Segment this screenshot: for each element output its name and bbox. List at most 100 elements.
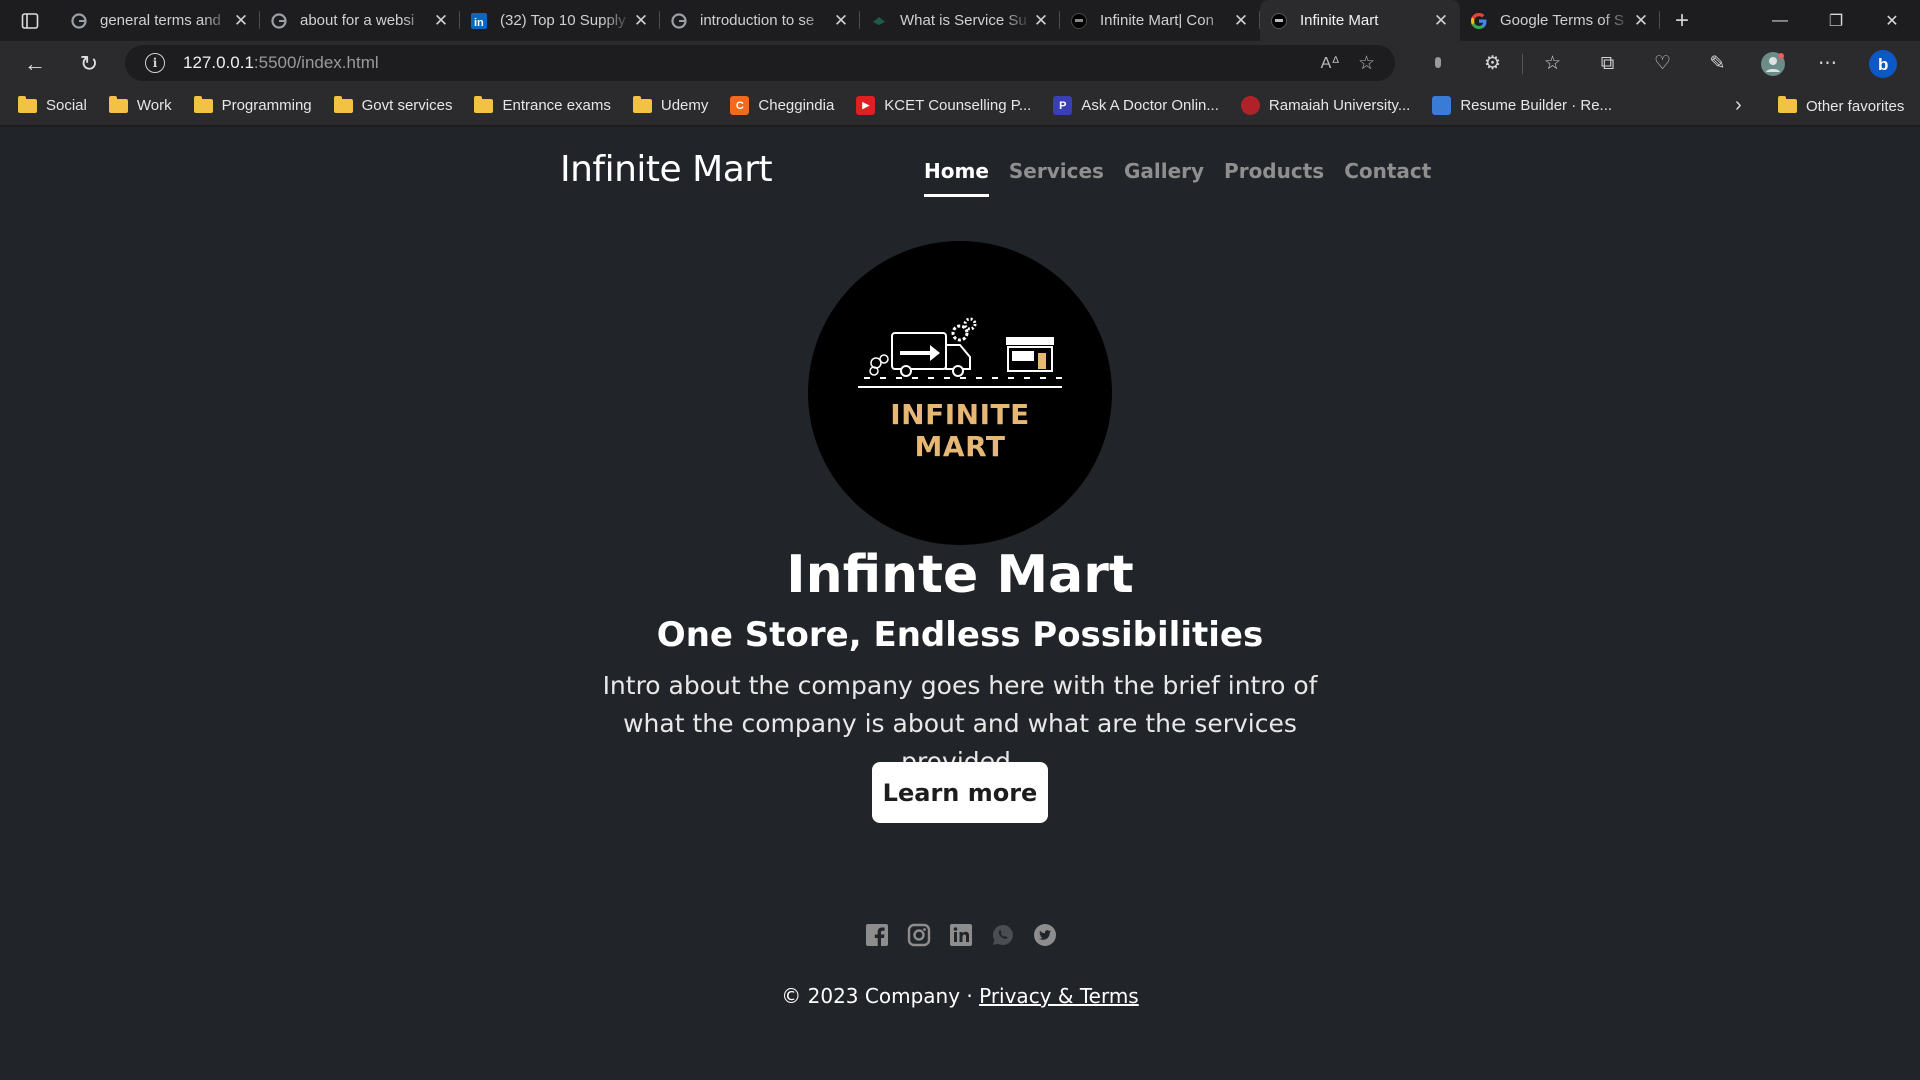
favorite-programming[interactable]: Programming xyxy=(193,95,312,114)
star-icon[interactable]: ☆ xyxy=(1358,52,1375,75)
tab-actions-icon xyxy=(21,12,39,29)
new-tab-button[interactable]: + xyxy=(1660,0,1704,41)
linkedin-icon: in xyxy=(470,12,488,30)
favorite-udemy[interactable]: Udemy xyxy=(632,95,708,114)
folder-icon xyxy=(632,95,652,113)
tab-title: Google Terms of S xyxy=(1500,12,1624,29)
arrow-left-icon: ← xyxy=(24,50,46,76)
browser-toolbar: ← ↻ i 127.0.0.1:5500/index.html Aᐞ ☆ ⚙ ☆… xyxy=(0,41,1920,86)
facebook-icon[interactable] xyxy=(864,922,890,948)
logo-text-line2: MART xyxy=(914,430,1006,463)
copilot-edit-icon[interactable]: ✎ xyxy=(1690,41,1745,86)
social-links xyxy=(864,922,1058,948)
tab-4[interactable]: What is Service Su ✕ xyxy=(860,0,1060,41)
tab-title: Infinite Mart xyxy=(1300,12,1379,29)
avatar[interactable] xyxy=(1745,41,1800,86)
hero-title: Infinte Mart xyxy=(786,545,1134,605)
hero-subtitle: One Store, Endless Possibilities xyxy=(656,615,1264,655)
restore-button[interactable]: ❐ xyxy=(1808,0,1864,41)
nav-products[interactable]: Products xyxy=(1224,159,1324,189)
close-icon[interactable]: ✕ xyxy=(232,11,250,31)
favorite-cheggindia[interactable]: C Cheggindia xyxy=(730,96,834,115)
nav-home[interactable]: Home xyxy=(924,159,989,197)
reload-icon: ↻ xyxy=(79,50,99,76)
privacy-terms-link[interactable]: Privacy & Terms xyxy=(979,984,1139,1008)
favorite-ramaiah[interactable]: Ramaiah University... xyxy=(1240,96,1410,115)
favorite-kcet[interactable]: ▶ KCET Counselling P... xyxy=(856,96,1031,115)
other-favorites[interactable]: Other favorites xyxy=(1778,86,1904,126)
close-icon[interactable]: ✕ xyxy=(1032,11,1050,31)
health-icon[interactable]: ♡ xyxy=(1635,41,1690,86)
url-text: 127.0.0.1:5500/index.html xyxy=(183,53,379,72)
tab-2[interactable]: in (32) Top 10 Supply ✕ xyxy=(460,0,660,41)
collections-icon[interactable]: ⧉ xyxy=(1580,41,1635,86)
google-icon xyxy=(270,12,288,30)
instagram-icon[interactable] xyxy=(906,922,932,948)
favorites-bar: Social Work Programming Govt services En… xyxy=(0,86,1920,126)
linkedin-icon[interactable] xyxy=(948,922,974,948)
extension-mic-icon[interactable] xyxy=(1410,41,1465,86)
folder-icon xyxy=(108,95,128,113)
site-brand[interactable]: Infinite Mart xyxy=(560,149,773,190)
favorite-resume-builder[interactable]: Resume Builder · Re... xyxy=(1432,96,1612,115)
tab-strip: general terms and ✕ about for a websi ✕ … xyxy=(0,0,1920,41)
tab-7[interactable]: Google Terms of S ✕ xyxy=(1460,0,1660,41)
delivery-truck-icon xyxy=(858,317,1062,388)
close-icon[interactable]: ✕ xyxy=(1232,11,1250,31)
close-icon[interactable]: ✕ xyxy=(1432,11,1450,31)
logo-text-line1: INFINITE xyxy=(890,398,1030,431)
favorite-ask-doctor[interactable]: P Ask A Doctor Onlin... xyxy=(1053,96,1219,115)
more-menu-icon[interactable]: ⋯ xyxy=(1800,41,1855,86)
web-page: Infinite Mart Home Services Gallery Prod… xyxy=(0,127,1920,1080)
google-icon xyxy=(70,12,88,30)
google-icon xyxy=(1470,12,1488,30)
tab-title: general terms and xyxy=(100,12,221,29)
tab-0[interactable]: general terms and ✕ xyxy=(60,0,260,41)
close-icon[interactable]: ✕ xyxy=(432,11,450,31)
youtube-icon: ▶ xyxy=(856,96,876,115)
tab-title: What is Service Su xyxy=(900,12,1027,29)
close-icon[interactable]: ✕ xyxy=(832,11,850,31)
favorites-icon[interactable]: ☆ xyxy=(1525,41,1580,86)
close-icon[interactable]: ✕ xyxy=(632,11,650,31)
info-icon[interactable]: i xyxy=(145,53,165,73)
tab-6-active[interactable]: Infinite Mart ✕ xyxy=(1260,0,1460,41)
folder-icon xyxy=(18,95,37,113)
svg-text:in: in xyxy=(474,17,484,29)
tab-3[interactable]: introduction to se ✕ xyxy=(660,0,860,41)
folder-icon xyxy=(193,95,213,113)
chevron-right-icon[interactable]: › xyxy=(1735,94,1742,117)
back-button[interactable]: ← xyxy=(12,46,58,82)
close-icon[interactable]: ✕ xyxy=(1632,11,1650,31)
tab-title: introduction to se xyxy=(700,12,815,29)
tab-actions-button[interactable] xyxy=(0,0,60,41)
footer-copyright: © 2023 Company · Privacy & Terms xyxy=(781,984,1139,1008)
tab-5[interactable]: Infinite Mart| Con ✕ xyxy=(1060,0,1260,41)
extensions-icon[interactable]: ⚙ xyxy=(1465,41,1520,86)
site-icon xyxy=(870,12,888,30)
nav-contact[interactable]: Contact xyxy=(1344,159,1431,189)
learn-more-button[interactable]: Learn more xyxy=(872,762,1048,823)
google-icon xyxy=(670,12,688,30)
folder-icon xyxy=(474,95,494,113)
company-logo: INFINITE MART xyxy=(808,241,1112,545)
bing-icon[interactable]: b xyxy=(1855,41,1910,86)
favorite-social[interactable]: Social xyxy=(18,95,87,114)
favorite-entrance-exams[interactable]: Entrance exams xyxy=(474,95,611,114)
address-bar[interactable]: i 127.0.0.1:5500/index.html Aᐞ ☆ xyxy=(125,45,1395,81)
plus-icon: + xyxy=(1674,6,1689,34)
favorite-work[interactable]: Work xyxy=(108,95,172,114)
nav-services[interactable]: Services xyxy=(1009,159,1104,189)
whatsapp-icon[interactable] xyxy=(990,922,1016,948)
twitter-icon[interactable] xyxy=(1032,922,1058,948)
nav-gallery[interactable]: Gallery xyxy=(1124,159,1204,189)
folder-icon xyxy=(1778,96,1797,113)
window-close-button[interactable]: ✕ xyxy=(1864,0,1920,41)
practo-icon: P xyxy=(1053,96,1073,115)
favorite-govt-services[interactable]: Govt services xyxy=(333,95,452,114)
tab-1[interactable]: about for a websi ✕ xyxy=(260,0,460,41)
minimize-button[interactable]: — xyxy=(1752,0,1808,41)
read-aloud-icon[interactable]: Aᐞ xyxy=(1321,53,1340,73)
reload-button[interactable]: ↻ xyxy=(66,46,112,82)
tab-title: about for a websi xyxy=(300,12,415,29)
